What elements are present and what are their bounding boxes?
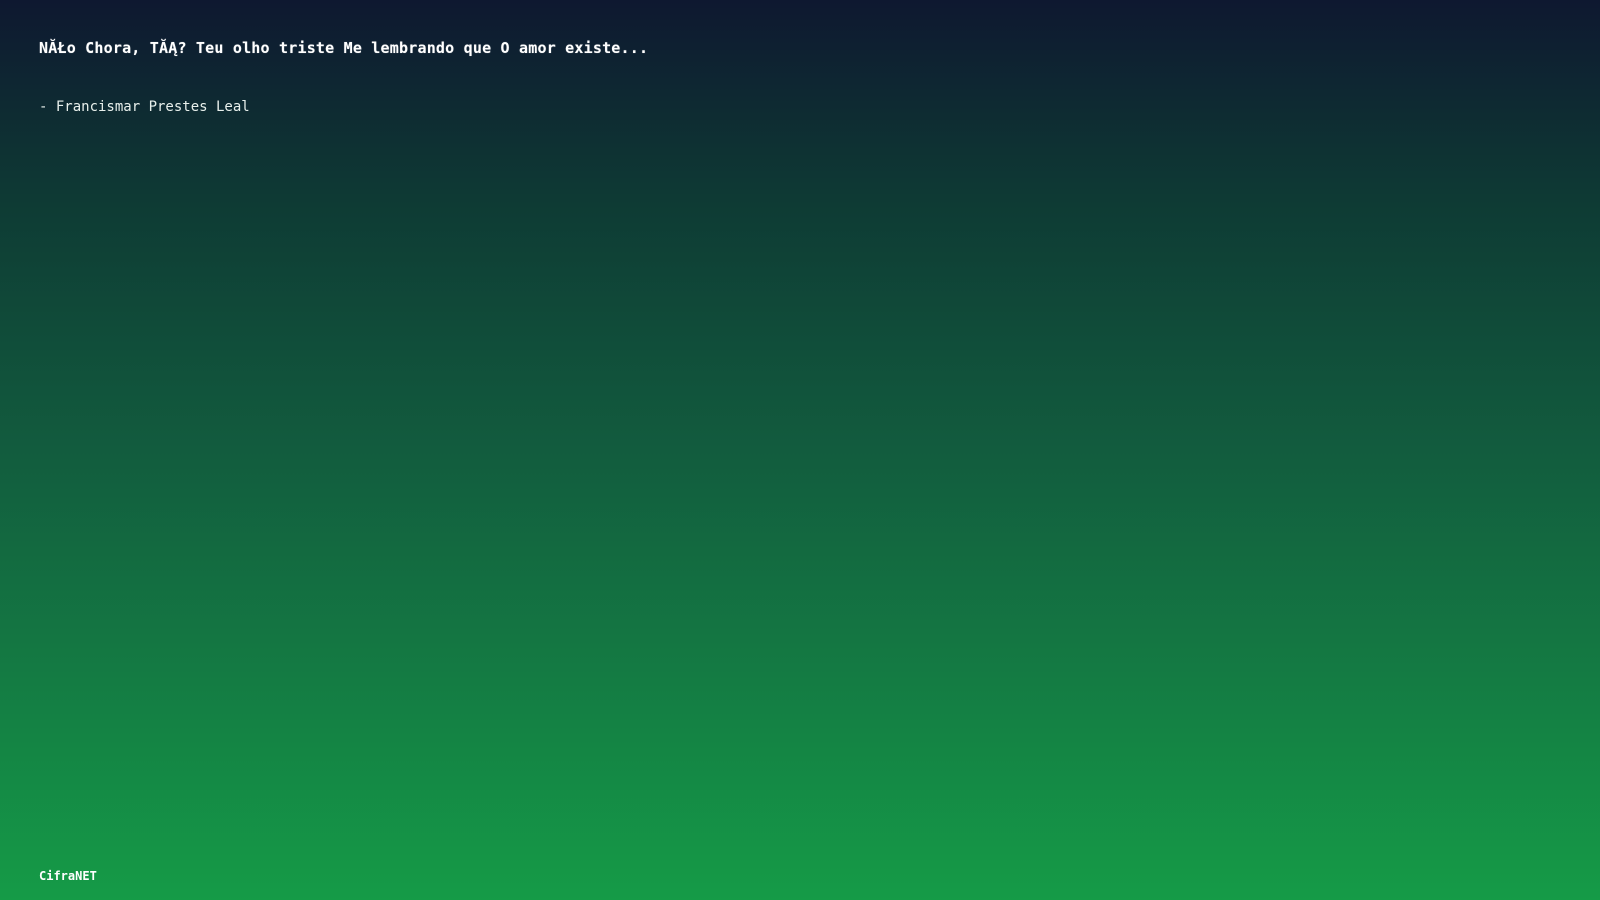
quote-text: NĂŁo Chora, TĂĄ? Teu olho triste Me lemb… bbox=[39, 39, 649, 57]
quote-author: - Francismar Prestes Leal bbox=[39, 99, 250, 115]
quote-screen: NĂŁo Chora, TĂĄ? Teu olho triste Me lemb… bbox=[0, 0, 1600, 900]
brand-label: CifraNET bbox=[39, 869, 97, 883]
